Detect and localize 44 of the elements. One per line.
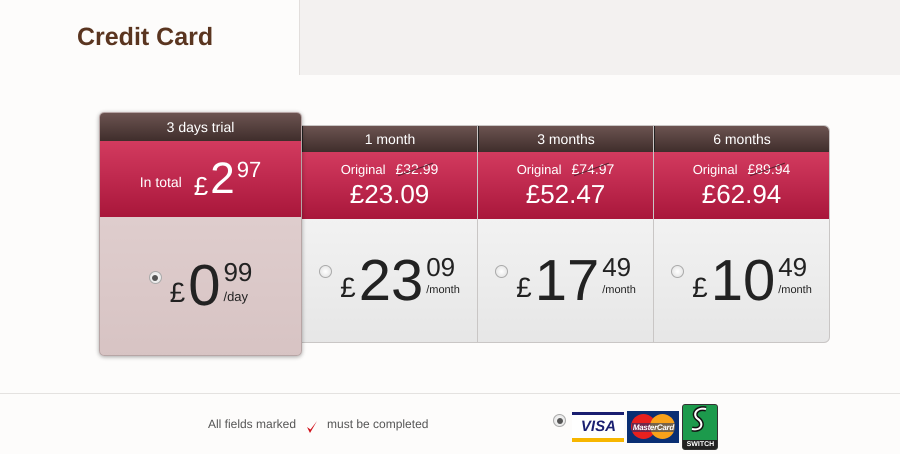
price-period: /month — [602, 284, 636, 296]
required-note: All fields marked — [208, 417, 296, 431]
currency-sign: £ — [194, 170, 208, 202]
price-pence: 09 — [426, 254, 456, 280]
original-label: Original — [516, 162, 562, 176]
price-period: /month — [778, 284, 812, 296]
plan-title: 3 months — [478, 126, 653, 152]
price-period: /day — [223, 289, 250, 304]
original-price: £89.94 — [747, 161, 790, 177]
original-label: Original — [340, 162, 386, 176]
radio-button[interactable] — [495, 265, 508, 278]
plan-title: 1 month — [302, 126, 477, 152]
price-pounds: 10 — [710, 252, 776, 310]
visa-logo: VISA — [572, 412, 624, 442]
price-period: /month — [426, 284, 460, 296]
total-pence: 97 — [236, 156, 262, 182]
credit-card-tab[interactable]: Credit Card — [0, 0, 300, 75]
currency-sign: £ — [340, 272, 356, 304]
mastercard-logo: MasterCard — [627, 411, 680, 443]
original-price: £74.97 — [571, 161, 614, 177]
radio-button[interactable] — [148, 271, 162, 284]
price-pounds: 17 — [534, 252, 600, 310]
price-pounds: 0 — [187, 257, 222, 315]
currency-sign: £ — [516, 272, 532, 304]
plan-title: 3 days trial — [100, 113, 301, 141]
check-icon — [306, 420, 318, 434]
radio-button[interactable] — [319, 265, 332, 278]
radio-button[interactable] — [553, 414, 566, 427]
original-label: Original — [692, 162, 738, 176]
radio-button[interactable] — [671, 265, 684, 278]
total-label: In total — [140, 174, 182, 190]
plan-title: 6 months — [654, 126, 829, 152]
required-note: must be completed — [327, 417, 428, 431]
price-pounds: 23 — [358, 252, 424, 310]
total-price: 2 — [209, 156, 236, 200]
price-pence: 49 — [778, 254, 808, 280]
price-pence: 49 — [602, 254, 632, 280]
total-price: £52.47 — [526, 179, 606, 210]
currency-sign: £ — [692, 272, 708, 304]
total-price: £23.09 — [350, 179, 430, 210]
original-price: £32.99 — [395, 161, 438, 177]
currency-sign: £ — [170, 277, 186, 309]
total-price: £62.94 — [702, 179, 782, 210]
price-pence: 99 — [223, 259, 252, 285]
